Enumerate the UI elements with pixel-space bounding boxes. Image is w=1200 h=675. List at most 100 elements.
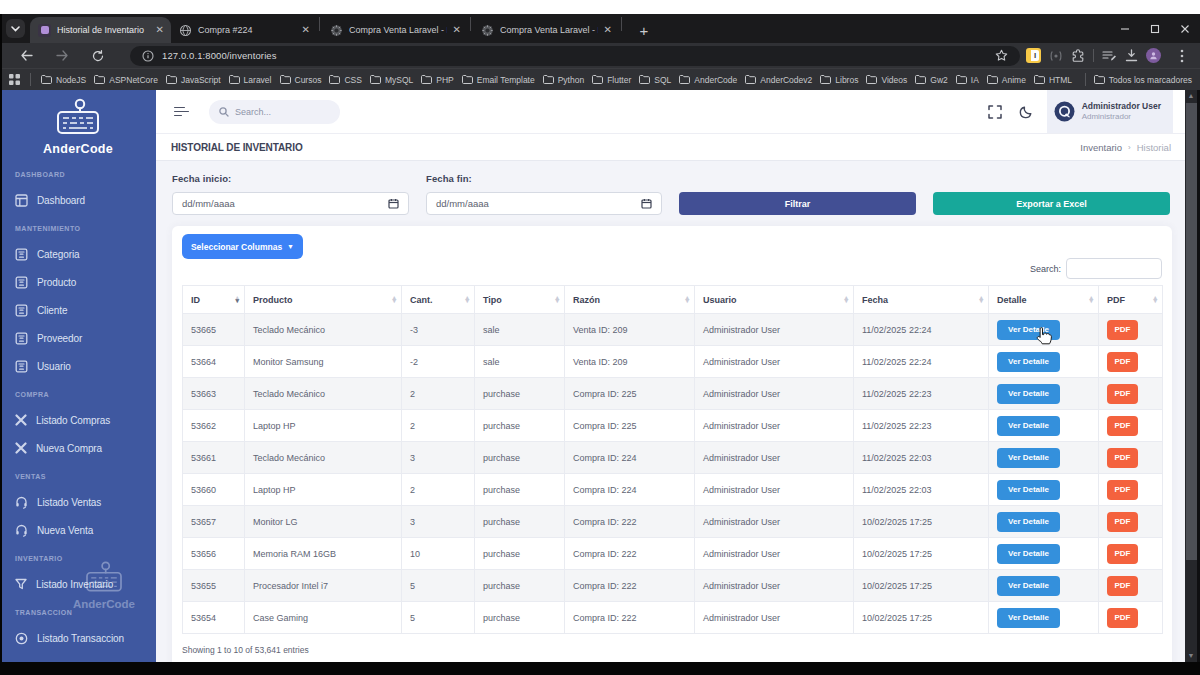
sort-icon[interactable]: ▴▾ [844,296,848,304]
pdf-button[interactable]: PDF [1107,576,1138,596]
ver-detalle-button[interactable]: Ver Detalle [997,448,1060,468]
password-extension-icon[interactable]: l [1026,48,1041,63]
sort-icon[interactable]: ▴▾ [465,296,469,304]
bookmark-folder[interactable]: Email Template [462,75,535,85]
browser-tab[interactable]: Compra Venta Laravel - Mostra✕ [322,17,468,43]
bookmark-folder[interactable]: PHP [421,75,453,85]
bookmark-folder[interactable]: Gw2 [915,75,947,85]
calendar-icon[interactable] [388,198,399,209]
bookmark-folder[interactable]: MySQL [370,75,413,85]
sort-icon[interactable]: ▴▾ [1153,296,1157,304]
window-maximize-button[interactable] [1140,24,1170,34]
pdf-button[interactable]: PDF [1107,512,1138,532]
back-button[interactable] [8,50,44,61]
tab-close-icon[interactable]: ✕ [453,25,461,35]
hamburger-menu-icon[interactable] [174,104,189,119]
tab-close-icon[interactable]: ✕ [302,25,310,35]
tab-close-icon[interactable]: ✕ [156,25,164,35]
bookmark-folder[interactable]: Videos [866,75,907,85]
ver-detalle-button[interactable]: Ver Detalle [997,608,1060,628]
browser-menu-icon[interactable] [1180,49,1184,63]
column-header-fecha[interactable]: Fecha▴▾ [854,286,989,314]
sort-icon[interactable]: ▴▾ [979,296,983,304]
column-header-usuario[interactable]: Usuario▴▾ [695,286,854,314]
browser-tab[interactable]: Compra Venta Laravel - Larave✕ [473,17,619,43]
global-search-input[interactable]: Search... [209,100,340,124]
pdf-button[interactable]: PDF [1107,544,1138,564]
apps-grid-icon[interactable] [9,74,20,85]
sidebar-item-listado-compras[interactable]: Listado Compras [0,406,156,434]
bookmark-folder[interactable]: AnderCode [679,75,737,85]
sidebar-item-producto[interactable]: Producto [0,268,156,296]
download-icon[interactable] [1125,49,1138,62]
pdf-button[interactable]: PDF [1107,480,1138,500]
sort-icon[interactable]: ▴▾ [685,296,689,304]
sidebar-item-nueva-compra[interactable]: Nueva Compra [0,434,156,462]
reading-list-icon[interactable] [1102,50,1117,62]
site-info-icon[interactable] [142,50,154,62]
reload-button[interactable] [80,50,116,62]
sidebar-item-listado-transaccion[interactable]: Listado Transaccion [0,624,156,652]
muted-extension-icon[interactable] [1049,51,1063,61]
column-header-razn[interactable]: Razón▴▾ [565,286,695,314]
forward-button[interactable] [44,50,80,61]
sidebar-item-nueva-venta[interactable]: Nueva Venta [0,516,156,544]
table-search-input[interactable] [1066,258,1162,279]
address-bar[interactable]: 127.0.0.1:8000/inventories [130,46,1020,66]
browser-tab[interactable]: Compra #224✕ [171,17,317,43]
column-header-pdf[interactable]: PDF▴▾ [1099,286,1163,314]
page-scrollbar[interactable]: ▲ ▼ [1185,90,1200,662]
filtrar-button[interactable]: Filtrar [679,192,916,215]
sidebar-item-categoria[interactable]: Categoria [0,240,156,268]
bookmark-folder[interactable]: SQL [639,75,671,85]
bookmark-folder[interactable]: NodeJS [41,75,86,85]
sort-icon[interactable]: ▴▾ [1089,296,1093,304]
column-header-detalle[interactable]: Detalle▴▾ [989,286,1099,314]
pdf-button[interactable]: PDF [1107,320,1138,340]
pdf-button[interactable]: PDF [1107,416,1138,436]
select-columns-button[interactable]: Seleccionar Columnas ▼ [182,234,303,259]
fullscreen-icon[interactable] [988,105,1002,119]
extensions-puzzle-icon[interactable] [1071,49,1085,63]
pdf-button[interactable]: PDF [1107,384,1138,404]
ver-detalle-button[interactable]: Ver Detalle [997,416,1060,436]
column-header-tipo[interactable]: Tipo▴▾ [475,286,565,314]
sidebar-item-usuario[interactable]: Usuario [0,352,156,380]
ver-detalle-button[interactable]: Ver Detalle [997,480,1060,500]
sort-icon[interactable]: ▴▾ [235,296,239,304]
ver-detalle-button[interactable]: Ver Detalle [997,384,1060,404]
end-date-input[interactable]: dd/mm/aaaa [426,192,662,215]
sidebar-item-cliente[interactable]: Cliente [0,296,156,324]
new-tab-button[interactable]: + [632,22,656,39]
profile-avatar-icon[interactable] [1146,48,1161,63]
bookmark-folder[interactable]: CSS [329,75,361,85]
ver-detalle-button[interactable]: Ver Detalle [997,352,1060,372]
pdf-button[interactable]: PDF [1107,608,1138,628]
scrollbar-thumb[interactable] [1186,103,1197,560]
sort-icon[interactable]: ▴▾ [555,296,559,304]
browser-tab[interactable]: Historial de Inventario✕ [30,17,171,43]
user-menu[interactable]: Administrador User Administrador [1047,90,1173,133]
export-excel-button[interactable]: Exportar a Excel [933,192,1170,215]
window-minimize-button[interactable] [1110,24,1140,34]
calendar-icon[interactable] [641,198,652,209]
bookmark-folder[interactable]: HTML [1034,75,1072,85]
all-bookmarks-folder[interactable]: Todos los marcadores [1094,75,1192,85]
bookmark-folder[interactable]: Anime [987,75,1026,85]
brand[interactable]: AnderCode [0,90,156,156]
column-header-producto[interactable]: Producto▴▾ [245,286,402,314]
column-header-id[interactable]: ID▴▾ [183,286,245,314]
sort-icon[interactable]: ▴▾ [392,296,396,304]
pdf-button[interactable]: PDF [1107,352,1138,372]
column-header-cant[interactable]: Cant.▴▾ [402,286,475,314]
window-close-button[interactable] [1170,24,1200,34]
bookmark-folder[interactable]: JavaScript [166,75,221,85]
pdf-button[interactable]: PDF [1107,448,1138,468]
tab-close-icon[interactable]: ✕ [604,25,612,35]
bookmark-folder[interactable]: Laravel [229,75,272,85]
ver-detalle-button[interactable]: Ver Detalle [997,576,1060,596]
sidebar-item-dashboard[interactable]: Dashboard [0,186,156,214]
tab-search-button[interactable] [6,19,25,38]
scrollbar-up-arrow[interactable]: ▲ [1185,90,1197,102]
bookmark-folder[interactable]: ASPNetCore [94,75,158,85]
